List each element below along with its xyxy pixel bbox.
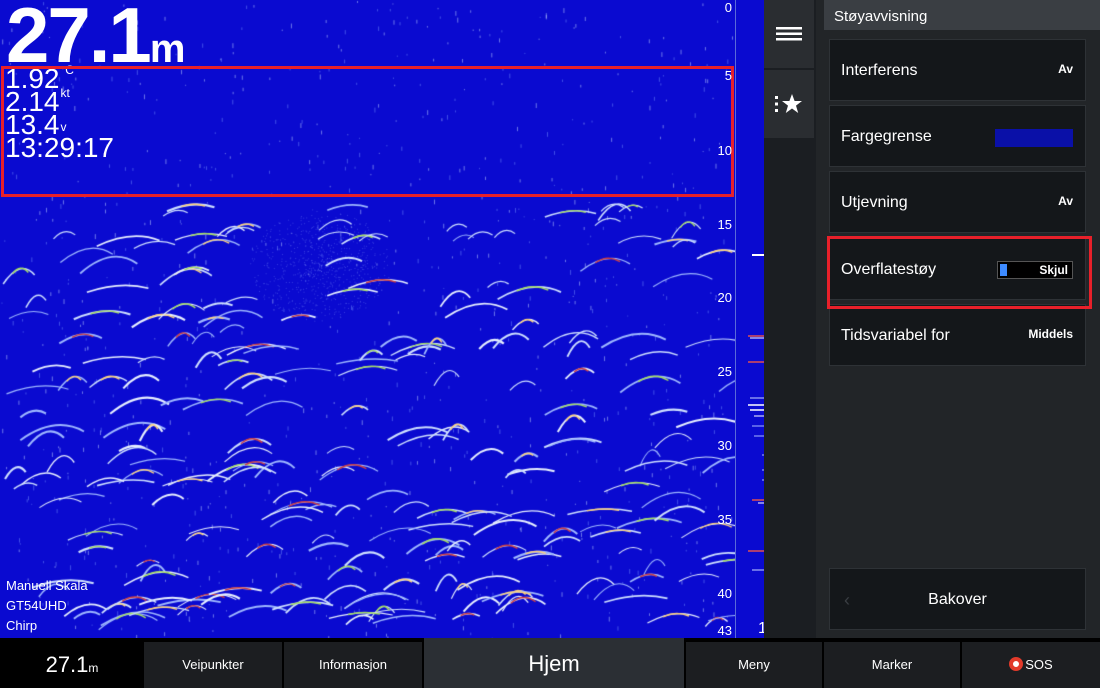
marker-button[interactable]: Marker bbox=[823, 642, 960, 688]
menu-item-label: Overflatestøy bbox=[841, 261, 937, 278]
depth-tick: 30 bbox=[717, 438, 732, 453]
menu-item-label: Tidsvariabel for bbox=[841, 327, 950, 344]
panel-title: Støyavvisning bbox=[824, 0, 1100, 30]
menu-item-smoothing[interactable]: Utjevning Av bbox=[829, 171, 1086, 233]
chevron-left-icon: ‹ bbox=[844, 590, 850, 610]
depth-tick: 20 bbox=[717, 290, 732, 305]
depth-tick: 40 bbox=[717, 586, 732, 601]
menu-item-surface-noise[interactable]: Overflatestøy Skjul bbox=[829, 238, 1086, 300]
sos-label: SOS bbox=[1025, 657, 1053, 672]
tool-strip bbox=[764, 0, 816, 638]
depth-tick: 35 bbox=[717, 512, 732, 527]
menu-item-value: Av bbox=[1058, 62, 1073, 76]
menu-item-label: Utjevning bbox=[841, 194, 908, 211]
waypoints-button[interactable]: Veipunkter bbox=[143, 642, 282, 688]
noise-rejection-panel: Støyavvisning Interferens Av Fargegrense… bbox=[816, 0, 1100, 638]
toggle-knob bbox=[1000, 264, 1007, 276]
menu-item-label: Interferens bbox=[841, 62, 918, 79]
information-button[interactable]: Informasjon bbox=[283, 642, 422, 688]
hamburger-menu-icon bbox=[776, 27, 802, 41]
bottom-bar: 27.1m Veipunkter Informasjon Hjem Meny M… bbox=[0, 638, 1100, 688]
lifebuoy-icon bbox=[1009, 657, 1024, 671]
back-button[interactable]: ‹ Bakover bbox=[829, 568, 1086, 630]
sonar-info: Manuell Skala GT54UHD Chirp bbox=[6, 576, 88, 636]
menu-item-value: Av bbox=[1058, 194, 1073, 208]
depth-tick: 0 bbox=[724, 0, 732, 15]
favorites-button[interactable] bbox=[764, 70, 814, 138]
surface-noise-toggle[interactable]: Skjul bbox=[997, 261, 1073, 279]
depth-tick: 43 bbox=[717, 623, 732, 638]
menu-item-time-variable-gain[interactable]: Tidsvariabel for Middels bbox=[829, 304, 1086, 366]
depth-databar[interactable]: 27.1m bbox=[0, 642, 143, 688]
data-overlay-highlight bbox=[1, 66, 734, 197]
bottom-depth-value: 27.1 bbox=[45, 652, 89, 677]
favorites-list-icon bbox=[775, 94, 802, 113]
transducer-name: GT54UHD bbox=[6, 598, 67, 613]
depth-tick: 10 bbox=[717, 143, 732, 158]
sos-button[interactable]: SOS bbox=[961, 642, 1100, 688]
scale-mode: Manuell Skala bbox=[6, 578, 88, 593]
home-button[interactable]: Hjem bbox=[423, 638, 684, 688]
back-button-label: Bakover bbox=[928, 591, 987, 608]
menu-item-interference[interactable]: Interferens Av bbox=[829, 39, 1086, 101]
depth-tick: 5 bbox=[724, 68, 732, 83]
menu-item-value: Middels bbox=[1028, 327, 1073, 341]
depth-unit: m bbox=[149, 27, 186, 71]
toggle-value: Skjul bbox=[1039, 263, 1068, 277]
menu-button[interactable] bbox=[764, 0, 814, 68]
depth-tick: 25 bbox=[717, 364, 732, 379]
depth-scale-line bbox=[735, 0, 736, 638]
menu-item-label: Fargegrense bbox=[841, 128, 932, 145]
sonar-view[interactable]: 27.1m 1.92°C 2.14kt 13.4v 13:29:17 Manue… bbox=[0, 0, 764, 638]
flasher-bar bbox=[748, 254, 764, 571]
menu-item-color-limit[interactable]: Fargegrense bbox=[829, 105, 1086, 167]
color-limit-swatch bbox=[995, 129, 1073, 147]
bottom-depth-unit: m bbox=[88, 661, 99, 675]
sonar-mode: Chirp bbox=[6, 618, 38, 633]
depth-tick: 15 bbox=[717, 217, 732, 232]
menu-bottom-button[interactable]: Meny bbox=[685, 642, 822, 688]
